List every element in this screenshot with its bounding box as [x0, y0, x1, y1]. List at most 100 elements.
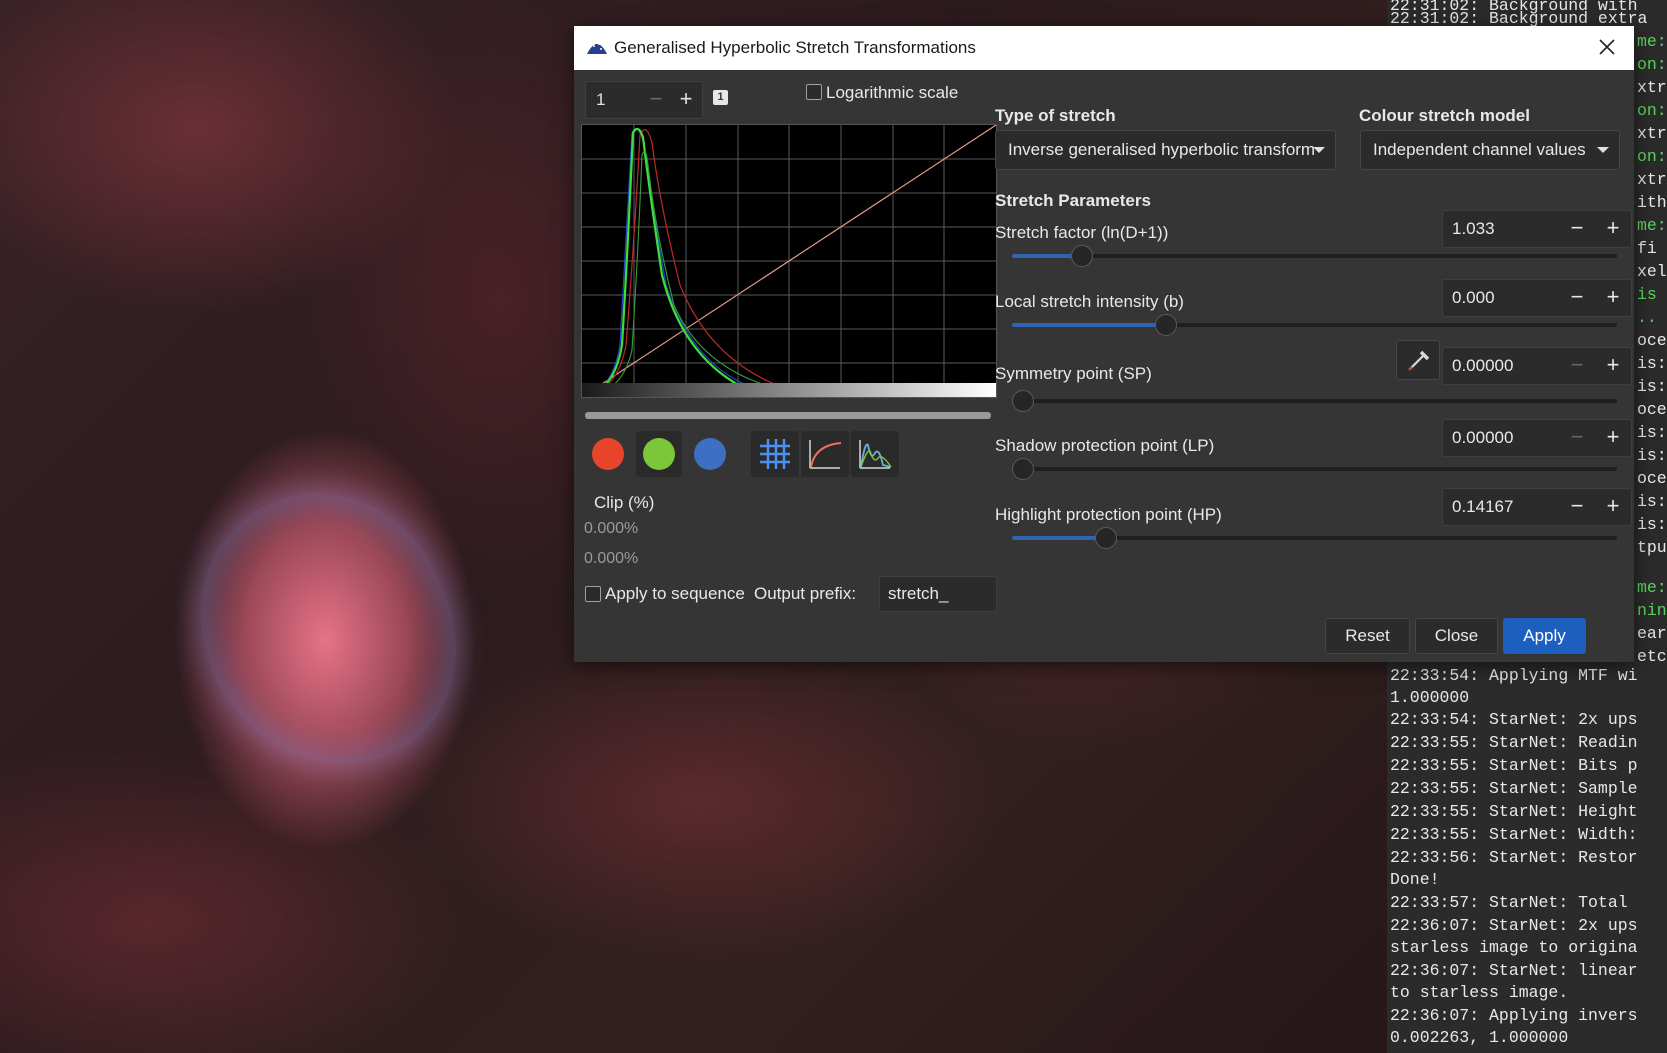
- green-channel-button[interactable]: [636, 431, 682, 477]
- zoom-badge: 1: [713, 90, 728, 105]
- highlight-protection-label: Highlight protection point (HP): [995, 505, 1222, 524]
- output-prefix-input[interactable]: stretch_: [879, 576, 997, 612]
- slider-handle[interactable]: [1012, 390, 1034, 412]
- console-line: 22:33:57: StarNet: Total: [1390, 893, 1628, 912]
- console-line: oce: [1637, 400, 1667, 419]
- console-line: is:: [1637, 446, 1667, 465]
- console-line: me:: [1637, 578, 1667, 597]
- symmetry-point-value: 0.00000: [1452, 356, 1514, 375]
- log-scale-checkbox[interactable]: [806, 84, 822, 100]
- symmetry-point-increase-button[interactable]: +: [1595, 348, 1631, 384]
- console-line: Done!: [1390, 870, 1440, 889]
- shadow-protection-spin[interactable]: 0.00000 − +: [1442, 419, 1632, 457]
- stretch-factor-decrease-button[interactable]: −: [1559, 211, 1595, 247]
- chevron-down-icon: [1313, 147, 1325, 153]
- histogram-display[interactable]: [581, 124, 997, 398]
- eyedropper-button[interactable]: [1396, 340, 1440, 380]
- console-line: 22:36:07: StarNet: 2x ups: [1390, 916, 1638, 935]
- console-line: 22:36:07: Applying invers: [1390, 1006, 1638, 1025]
- close-button[interactable]: Close: [1415, 618, 1498, 654]
- console-line: tpu: [1637, 538, 1667, 557]
- stretch-parameters-heading: Stretch Parameters: [995, 191, 1151, 210]
- toggle-curve-button[interactable]: [801, 431, 849, 477]
- stretch-factor-value: 1.033: [1452, 219, 1495, 238]
- dialog-titlebar[interactable]: Generalised Hyperbolic Stretch Transform…: [574, 26, 1634, 70]
- type-of-stretch-dropdown[interactable]: Inverse generalised hyperbolic transform: [995, 130, 1336, 170]
- console-line: is:: [1637, 423, 1667, 442]
- console-line: oce: [1637, 469, 1667, 488]
- console-line: on:: [1637, 55, 1667, 74]
- type-of-stretch-heading: Type of stretch: [995, 106, 1116, 125]
- console-line: to starless image.: [1390, 983, 1569, 1002]
- clip-low-value: 0.000%: [584, 520, 639, 537]
- console-line: 22:33:54: Applying MTF wi: [1390, 666, 1638, 685]
- toggle-grid-button[interactable]: [751, 431, 799, 477]
- console-line: 22:33:55: StarNet: Readin: [1390, 733, 1638, 752]
- console-line: fi: [1637, 239, 1657, 258]
- apply-button[interactable]: Apply: [1503, 618, 1586, 654]
- highlight-protection-decrease-button[interactable]: −: [1559, 489, 1595, 525]
- local-stretch-label: Local stretch intensity (b): [995, 292, 1184, 311]
- stretch-factor-spin[interactable]: 1.033 − +: [1442, 210, 1632, 248]
- symmetry-point-slider[interactable]: [1012, 390, 1617, 412]
- histogram-scrollbar[interactable]: [585, 412, 991, 419]
- local-stretch-decrease-button[interactable]: −: [1559, 280, 1595, 316]
- chevron-down-icon: [1597, 147, 1609, 153]
- console-line: on:: [1637, 147, 1667, 166]
- local-stretch-slider[interactable]: [1012, 314, 1617, 336]
- slider-fill: [1012, 323, 1165, 327]
- console-line: 22:33:54: StarNet: 2x ups: [1390, 710, 1638, 729]
- local-stretch-spin[interactable]: 0.000 − +: [1442, 279, 1632, 317]
- console-line: 0.002263, 1.000000: [1390, 1028, 1569, 1047]
- shadow-protection-decrease-button[interactable]: −: [1559, 420, 1595, 456]
- console-line: 22:33:55: StarNet: Sample: [1390, 779, 1638, 798]
- symmetry-point-spin[interactable]: 0.00000 − +: [1442, 347, 1632, 385]
- console-line: is:: [1637, 354, 1667, 373]
- toggle-histogram-button[interactable]: [851, 431, 899, 477]
- stretch-factor-increase-button[interactable]: +: [1595, 211, 1631, 247]
- slider-handle[interactable]: [1071, 245, 1093, 267]
- shadow-protection-label: Shadow protection point (LP): [995, 436, 1215, 455]
- console-line: is:: [1637, 492, 1667, 511]
- zoom-value: 1: [596, 90, 606, 109]
- console-line: nin: [1637, 601, 1667, 620]
- stretch-factor-slider[interactable]: [1012, 245, 1617, 267]
- zoom-increase-button[interactable]: +: [671, 82, 701, 118]
- red-channel-icon: [592, 438, 624, 470]
- local-stretch-increase-button[interactable]: +: [1595, 280, 1631, 316]
- highlight-protection-increase-button[interactable]: +: [1595, 489, 1631, 525]
- shadow-protection-slider[interactable]: [1012, 458, 1617, 480]
- colour-model-dropdown[interactable]: Independent channel values: [1360, 130, 1620, 170]
- highlight-protection-spin[interactable]: 0.14167 − +: [1442, 488, 1632, 526]
- ght-dialog: Generalised Hyperbolic Stretch Transform…: [574, 26, 1634, 662]
- highlight-protection-value: 0.14167: [1452, 497, 1514, 516]
- close-icon[interactable]: [1594, 34, 1620, 60]
- curve-icon: [809, 440, 842, 469]
- histogram-zoom-spin[interactable]: 1 − +: [585, 81, 703, 119]
- shadow-protection-increase-button[interactable]: +: [1595, 420, 1631, 456]
- console-line: 22:33:55: StarNet: Width:: [1390, 825, 1638, 844]
- zoom-decrease-button[interactable]: −: [641, 82, 671, 118]
- blue-channel-button[interactable]: [687, 431, 733, 477]
- console-line: oce: [1637, 331, 1667, 350]
- console-line: me:: [1637, 32, 1667, 51]
- red-channel-button[interactable]: [585, 431, 631, 477]
- reset-button[interactable]: Reset: [1325, 618, 1410, 654]
- output-prefix-label: Output prefix:: [754, 584, 857, 603]
- symmetry-point-decrease-button[interactable]: −: [1559, 348, 1595, 384]
- console-line: 1.000000: [1390, 688, 1470, 707]
- clip-label: Clip (%): [594, 493, 655, 512]
- apply-sequence-checkbox[interactable]: [585, 586, 601, 602]
- green-channel-icon: [643, 438, 675, 470]
- console-line: 22:33:55: StarNet: Height: [1390, 802, 1638, 821]
- highlight-protection-slider[interactable]: [1012, 527, 1617, 549]
- blue-channel-icon: [694, 438, 726, 470]
- slider-handle[interactable]: [1012, 458, 1034, 480]
- slider-handle[interactable]: [1155, 314, 1177, 336]
- slider-handle[interactable]: [1095, 527, 1117, 549]
- console-line: starless image to origina: [1390, 938, 1638, 957]
- siril-app-icon: [587, 43, 607, 54]
- log-scale-label: Logarithmic scale: [826, 83, 959, 102]
- console-line: 22:33:56: StarNet: Restor: [1390, 848, 1638, 867]
- output-prefix-value: stretch_: [888, 584, 949, 603]
